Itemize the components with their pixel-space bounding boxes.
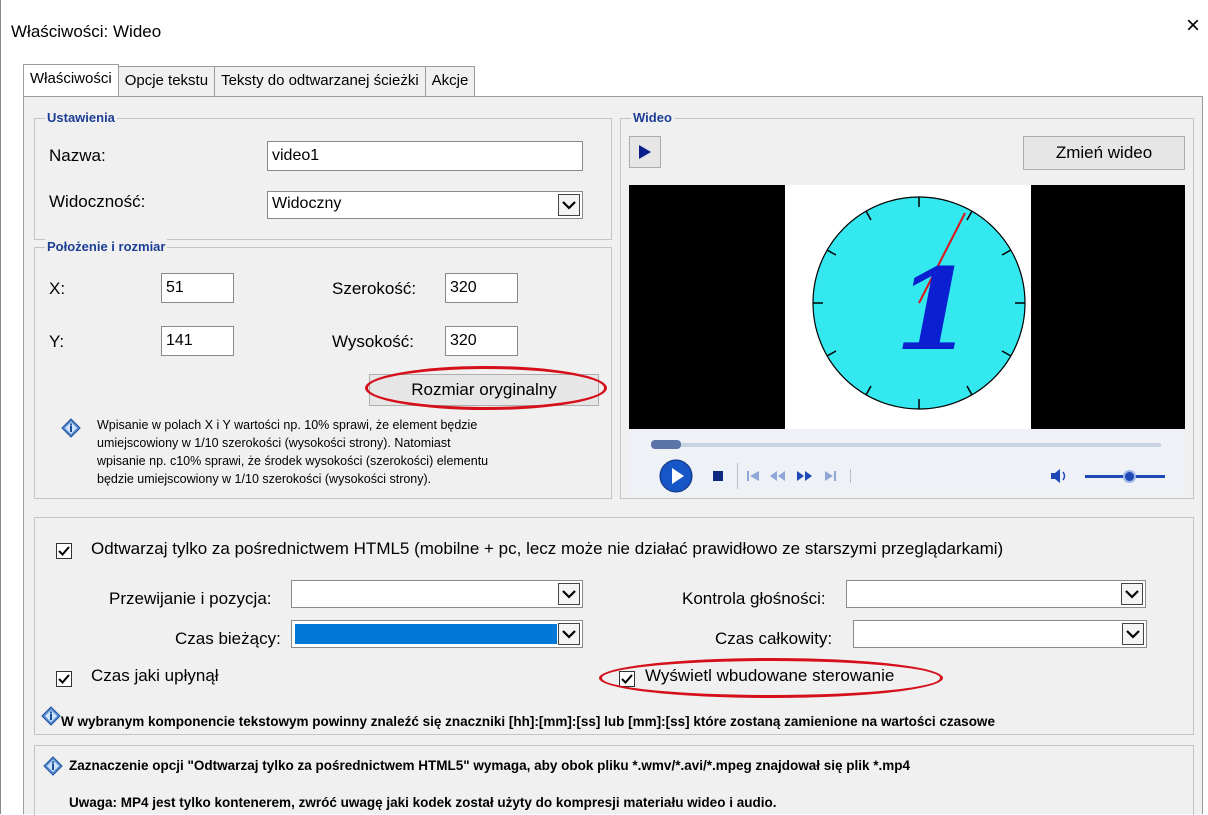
seek-thumb[interactable]	[651, 440, 681, 449]
clock-digit: 1	[895, 245, 973, 376]
visibility-select[interactable]: Widoczny	[267, 191, 583, 219]
original-size-button[interactable]: Rozmiar oryginalny	[369, 374, 599, 406]
seek-label: Przewijanie i pozycja:	[109, 589, 272, 608]
position-legend: Położenie i rozmiar	[45, 239, 168, 254]
transport-icons	[747, 469, 851, 483]
info-line: umiejscowiony w 1/10 szerokości (wysokoś…	[97, 436, 451, 450]
total-time-select[interactable]	[853, 620, 1147, 648]
play-icon	[639, 145, 651, 159]
clock-image: 1	[812, 196, 1026, 410]
mp4-container-note: Uwaga: MP4 jest tylko kontenerem, zwróć …	[69, 795, 777, 810]
name-input[interactable]: video1	[267, 141, 583, 171]
builtin-controls-label: Wyświetl wbudowane sterowanie	[645, 666, 895, 685]
chevron-down-icon[interactable]	[1121, 583, 1143, 605]
checkmark-icon	[58, 546, 70, 556]
position-group: Położenie i rozmiar X: 51 Szerokość: 320…	[34, 239, 612, 499]
tab-text-options[interactable]: Opcje tekstu	[117, 66, 216, 96]
visibility-label: Widoczność:	[49, 192, 146, 211]
tab-track-texts[interactable]: Teksty do odtwarzanej ścieżki	[214, 66, 426, 96]
video-legend: Wideo	[631, 110, 674, 125]
video-preview: 1	[629, 185, 1185, 429]
tab-panel: Ustawienia Nazwa: video1 Widoczność: Wid…	[23, 96, 1203, 815]
position-info: Wpisanie w polach X i Y wartości np. 10%…	[97, 416, 607, 488]
x-input[interactable]: 51	[161, 273, 234, 303]
chevron-down-icon[interactable]	[558, 194, 580, 216]
info-icon	[61, 418, 81, 438]
time-markers-hint: W wybranym komponencie tekstowym powinny…	[61, 714, 995, 729]
elapsed-checkbox[interactable]	[56, 671, 72, 687]
stop-icon[interactable]	[713, 471, 723, 481]
height-label: Wysokość:	[332, 332, 415, 351]
volume-control-select[interactable]	[846, 580, 1146, 608]
current-time-label: Czas bieżący:	[175, 629, 281, 648]
tab-bar: Właściwości Opcje tekstu Teksty do odtwa…	[23, 64, 476, 96]
video-group: Wideo Zmień wideo 1	[620, 110, 1194, 499]
visibility-value: Widoczny	[272, 195, 342, 212]
seek-bar[interactable]	[651, 443, 1161, 447]
tab-properties[interactable]: Właściwości	[23, 64, 119, 96]
width-label: Szerokość:	[332, 279, 417, 298]
play-icon[interactable]	[659, 459, 693, 493]
checkmark-icon	[621, 674, 633, 684]
properties-dialog: Właściwości: Wideo × Właściwości Opcje t…	[0, 0, 1208, 815]
tab-actions[interactable]: Akcje	[424, 66, 476, 96]
info-icon	[41, 706, 61, 726]
info-line: wpisanie np. c10% sprawi, że środek wyso…	[97, 454, 489, 468]
html5-only-label: Odtwarzaj tylko za pośrednictwem HTML5 (…	[91, 539, 1004, 558]
player-controls	[629, 429, 1185, 495]
change-video-button[interactable]: Zmień wideo	[1023, 136, 1185, 170]
current-time-select[interactable]	[291, 620, 583, 648]
checkmark-icon	[58, 674, 70, 684]
settings-legend: Ustawienia	[45, 110, 117, 125]
info-line: będzie umiejscowiony w 1/10 szerokości (…	[97, 472, 432, 486]
play-preview-button[interactable]	[629, 136, 661, 168]
volume-thumb[interactable]	[1123, 470, 1136, 483]
volume-icon[interactable]	[1049, 467, 1069, 485]
total-time-label: Czas całkowity:	[715, 629, 833, 648]
width-input[interactable]: 320	[445, 273, 518, 303]
builtin-controls-checkbox[interactable]	[619, 671, 635, 687]
settings-group: Ustawienia Nazwa: video1 Widoczność: Wid…	[34, 110, 612, 240]
y-input[interactable]: 141	[161, 326, 234, 356]
info-icon	[43, 756, 63, 776]
name-label: Nazwa:	[49, 146, 106, 165]
chevron-down-icon[interactable]	[558, 583, 580, 605]
chevron-down-icon[interactable]	[558, 623, 580, 645]
window-title: Właściwości: Wideo	[11, 22, 162, 41]
notes-group: Zaznaczenie opcji "Odtwarzaj tylko za po…	[34, 745, 1194, 815]
seek-select[interactable]	[291, 580, 583, 608]
chevron-down-icon[interactable]	[1122, 623, 1144, 645]
volume-control-label: Kontrola głośności:	[682, 589, 826, 608]
html5-only-checkbox[interactable]	[56, 543, 72, 559]
x-label: X:	[49, 279, 66, 298]
info-line: Wpisanie w polach X i Y wartości np. 10%…	[97, 418, 478, 432]
close-icon[interactable]: ×	[1186, 14, 1200, 38]
elapsed-label: Czas jaki upłynął	[91, 666, 219, 685]
html5-group: Odtwarzaj tylko za pośrednictwem HTML5 (…	[34, 517, 1194, 735]
height-input[interactable]: 320	[445, 326, 518, 356]
html5-requirement-note: Zaznaczenie opcji "Odtwarzaj tylko za po…	[69, 758, 911, 773]
y-label: Y:	[49, 332, 65, 351]
selection-highlight	[295, 624, 557, 644]
